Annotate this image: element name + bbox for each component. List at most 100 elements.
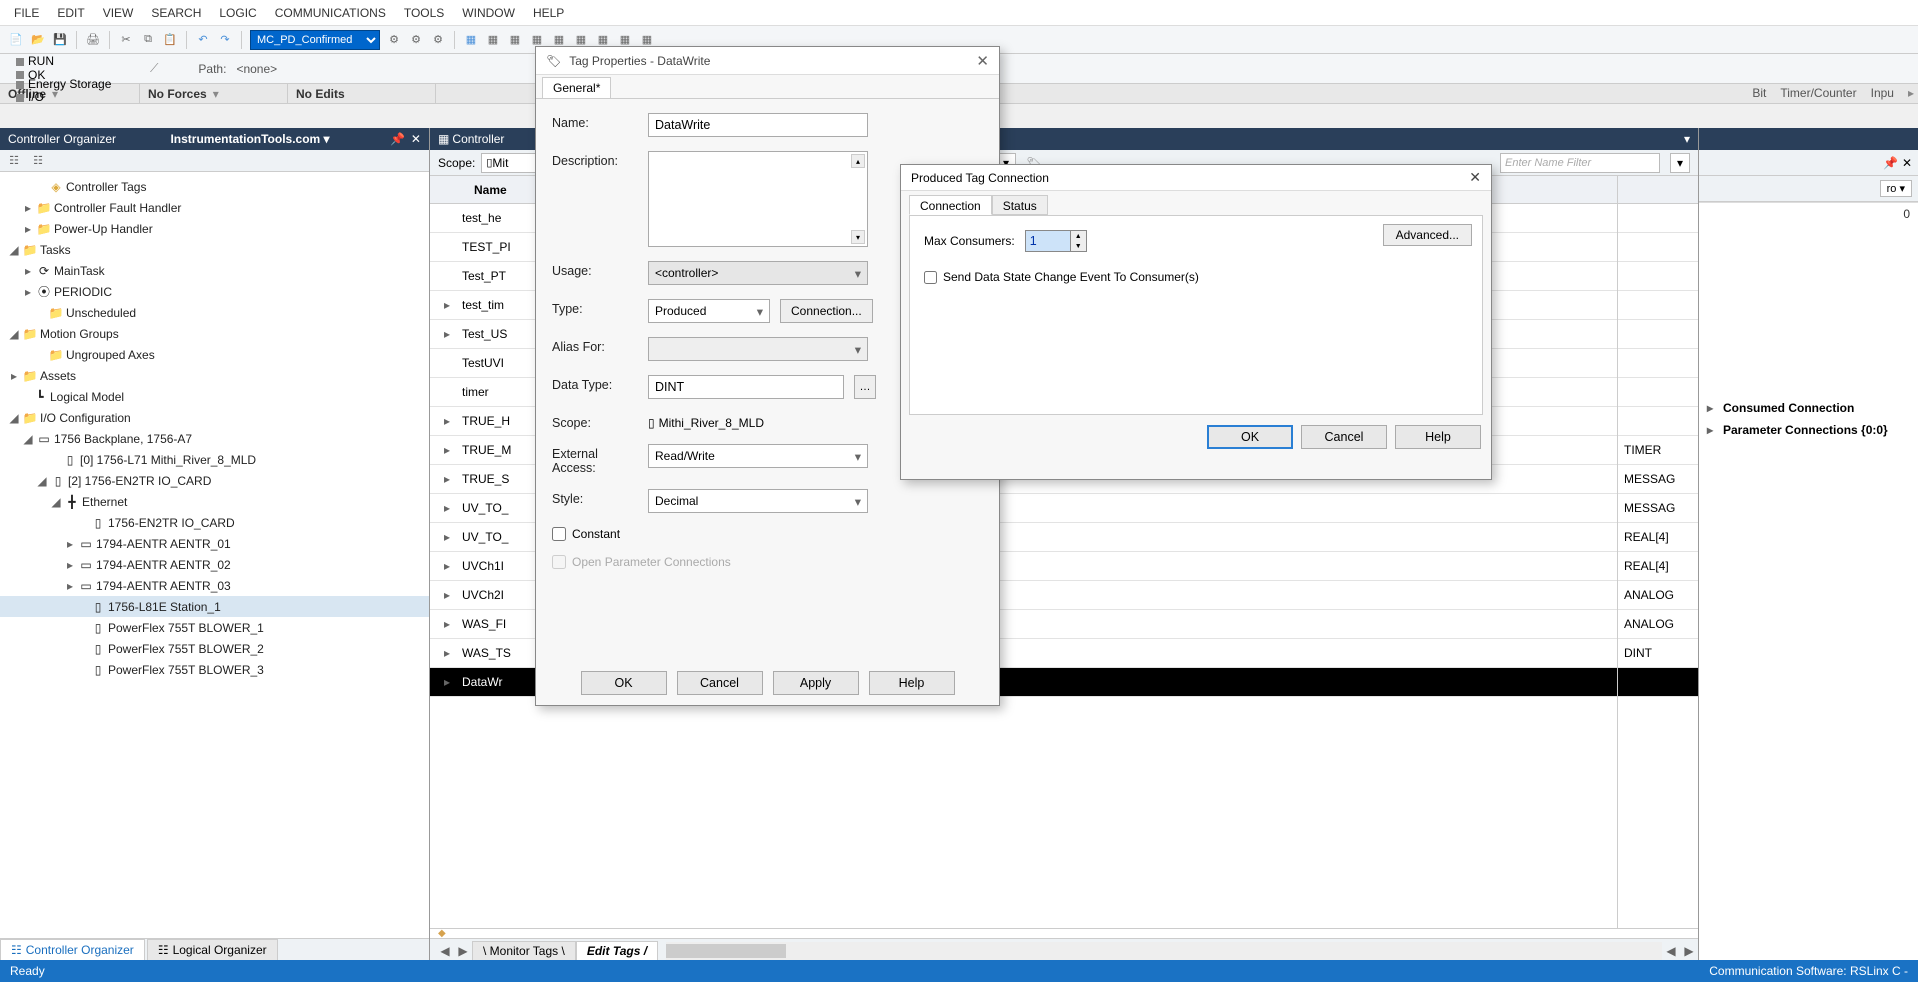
expand-icon[interactable]: ▸ (444, 327, 462, 341)
expand-icon[interactable]: ▸ (444, 530, 462, 544)
pin-icon[interactable]: 📌 (390, 132, 405, 146)
expand-icon[interactable]: ▸ (444, 443, 462, 457)
ribbon-bit[interactable]: Bit (1752, 86, 1766, 100)
tree-node[interactable]: ▸📁Power-Up Handler (0, 218, 429, 239)
tree-node[interactable]: ▸▭1794-AENTR AENTR_03 (0, 575, 429, 596)
tool-icon[interactable]: ▦ (485, 32, 501, 48)
tree-node[interactable]: ▸▭1794-AENTR AENTR_02 (0, 554, 429, 575)
state-edits[interactable]: No Edits (288, 84, 436, 103)
expand-icon[interactable]: ▸ (64, 537, 76, 551)
description-textarea[interactable]: ▴▾ (648, 151, 868, 247)
ok-button[interactable]: OK (1207, 425, 1293, 449)
undo-icon[interactable]: ↶ (195, 32, 211, 48)
scope-select[interactable]: ▯ Mit (481, 153, 541, 173)
state-forces[interactable]: No Forces (140, 84, 288, 103)
advanced-button[interactable]: Advanced... (1383, 224, 1472, 246)
ok-button[interactable]: OK (581, 671, 667, 695)
expand-icon[interactable]: ◢ (8, 243, 20, 257)
close-icon[interactable]: ✕ (411, 132, 421, 146)
ribbon-timer-counter[interactable]: Timer/Counter (1780, 86, 1856, 100)
expand-icon[interactable]: ▸ (444, 472, 462, 486)
tool-icon[interactable]: ▦ (463, 32, 479, 48)
chevron-right-icon[interactable]: ▸ (1908, 86, 1914, 100)
spin-up-icon[interactable]: ▲ (1070, 231, 1086, 241)
expand-icon[interactable]: ▸ (444, 501, 462, 515)
cancel-button[interactable]: Cancel (677, 671, 763, 695)
connection-button[interactable]: Connection... (780, 299, 873, 323)
datatype-input[interactable]: DINT (648, 375, 844, 399)
tab-nav-right-icon[interactable]: ▶ (454, 942, 472, 960)
tree-node[interactable]: ┗Logical Model (0, 386, 429, 407)
tool-icon[interactable]: ▦ (507, 32, 523, 48)
expand-icon[interactable]: ▸ (444, 298, 462, 312)
tab-controller-organizer[interactable]: ☷Controller Organizer (0, 939, 145, 960)
scroll-down-icon[interactable]: ▾ (851, 230, 865, 244)
ribbon-input[interactable]: Inpu (1871, 86, 1894, 100)
type-select[interactable]: Produced (648, 299, 770, 323)
external-access-select[interactable]: Read/Write (648, 444, 868, 468)
tab-connection[interactable]: Connection (909, 195, 992, 215)
tool-icon[interactable]: ⚙ (430, 32, 446, 48)
expand-icon[interactable]: ◢ (8, 411, 20, 425)
tree-node[interactable]: ◢📁Tasks (0, 239, 429, 260)
redo-icon[interactable]: ↷ (217, 32, 233, 48)
expand-icon[interactable]: ▸ (8, 369, 20, 383)
tree-node[interactable]: ▯1756-L81E Station_1 (0, 596, 429, 617)
tree-node[interactable]: ▸📁Controller Fault Handler (0, 197, 429, 218)
tab-logical-organizer[interactable]: ☷Logical Organizer (147, 939, 278, 960)
expand-icon[interactable]: ▸ (444, 617, 462, 631)
menu-tools[interactable]: TOOLS (404, 6, 444, 20)
expand-icon[interactable]: ▸ (22, 222, 34, 236)
horizontal-scrollbar[interactable] (666, 942, 1662, 960)
name-filter-input[interactable]: Enter Name Filter (1500, 153, 1660, 173)
paste-icon[interactable]: 📋 (162, 32, 178, 48)
expand-icon[interactable]: ▸ (444, 559, 462, 573)
open-icon[interactable]: 📂 (30, 32, 46, 48)
tree-node[interactable]: ▯1756-EN2TR IO_CARD (0, 512, 429, 533)
datatype-browse-button[interactable]: … (854, 375, 876, 399)
tree-node[interactable]: ▸▭1794-AENTR AENTR_01 (0, 533, 429, 554)
tree-node[interactable]: ◢╋Ethernet (0, 491, 429, 512)
new-icon[interactable]: 📄 (8, 32, 24, 48)
menu-communications[interactable]: COMMUNICATIONS (275, 6, 386, 20)
scroll-up-icon[interactable]: ▴ (851, 154, 865, 168)
expand-icon[interactable]: ▸ (22, 264, 34, 278)
expand-icon[interactable]: ▸ (444, 414, 462, 428)
scroll-right-icon[interactable]: ▶ (1680, 942, 1698, 960)
menu-logic[interactable]: LOGIC (219, 6, 256, 20)
style-select[interactable]: Decimal (648, 489, 868, 513)
tree-node[interactable]: ▸⦿PERIODIC (0, 281, 429, 302)
menu-edit[interactable]: EDIT (57, 6, 84, 20)
save-icon[interactable]: 💾 (52, 32, 68, 48)
expand-icon[interactable]: ▸ (444, 646, 462, 660)
tool-icon[interactable]: ⚙ (408, 32, 424, 48)
tree-node[interactable]: ◢▯[2] 1756-EN2TR IO_CARD (0, 470, 429, 491)
max-consumers-spinner[interactable]: ▲▼ (1025, 230, 1087, 252)
close-icon[interactable]: ✕ (976, 52, 989, 70)
expand-icon[interactable]: ◢ (50, 495, 62, 509)
name-input[interactable]: DataWrite (648, 113, 868, 137)
close-icon[interactable]: ✕ (1469, 169, 1481, 186)
constant-checkbox[interactable] (552, 527, 566, 541)
cancel-button[interactable]: Cancel (1301, 425, 1387, 449)
tag-combo[interactable]: MC_PD_Confirmed (250, 30, 380, 50)
expand-icon[interactable]: ▸ (444, 588, 462, 602)
filter-dd-icon[interactable]: ▾ (1670, 153, 1690, 173)
close-icon[interactable]: ✕ (1902, 156, 1912, 170)
tree-tool-icon[interactable]: ☷ (6, 153, 22, 169)
menu-help[interactable]: HELP (533, 6, 564, 20)
send-state-change-checkbox[interactable] (924, 271, 937, 284)
pin-icon[interactable]: 📌 (1883, 156, 1898, 170)
max-consumers-input[interactable] (1026, 231, 1070, 251)
tree-tool-icon[interactable]: ☷ (30, 153, 46, 169)
tab-nav-left-icon[interactable]: ◀ (436, 942, 454, 960)
tree-node[interactable]: ◈Controller Tags (0, 176, 429, 197)
expand-icon[interactable]: ◢ (22, 432, 34, 446)
tree-node[interactable]: ▸📁Assets (0, 365, 429, 386)
expand-icon[interactable]: ▸ (22, 201, 34, 215)
print-icon[interactable]: 🖨 (85, 32, 101, 48)
tree-node[interactable]: 📁Unscheduled (0, 302, 429, 323)
chevron-down-icon[interactable]: ▾ (1684, 132, 1690, 146)
spin-down-icon[interactable]: ▼ (1070, 241, 1086, 251)
scroll-left-icon[interactable]: ◀ (1662, 942, 1680, 960)
